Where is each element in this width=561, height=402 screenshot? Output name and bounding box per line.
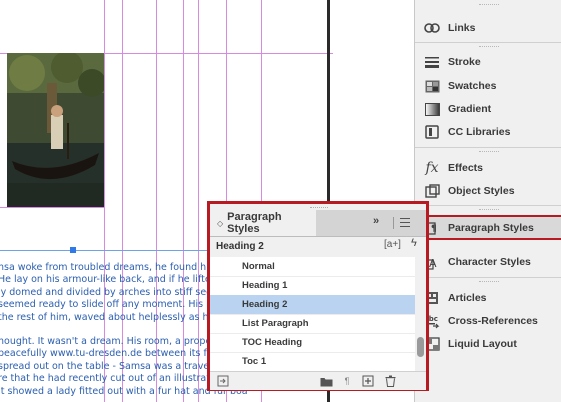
panel-item-gradient[interactable]: Gradient (415, 98, 561, 120)
current-style-name: Heading 2 (216, 240, 264, 252)
list-item[interactable]: Heading 1 (210, 276, 415, 296)
margin-guide (0, 207, 104, 208)
list-item[interactable]: Toc 1 (210, 352, 415, 371)
effects-icon: fx (425, 160, 439, 176)
folder-icon[interactable] (319, 374, 333, 388)
links-icon (424, 20, 440, 36)
style-name: Heading 2 (242, 299, 288, 310)
stroke-icon (424, 54, 440, 70)
panel-item-label: Object Styles (448, 185, 515, 197)
create-style-from-override-icon[interactable]: [a+] (384, 239, 401, 250)
divider (415, 147, 561, 148)
load-styles-icon[interactable] (216, 374, 230, 388)
panel-item-label: Swatches (448, 80, 497, 92)
frame-handle[interactable] (70, 247, 76, 253)
panel-item-cross-references[interactable]: abc Cross-References (415, 310, 561, 332)
panel-footer: ¶ (210, 371, 426, 390)
style-name: Toc 1 (242, 356, 267, 367)
trash-icon[interactable] (383, 374, 397, 388)
panel-grip[interactable] (479, 151, 499, 154)
panel-title: Paragraph Styles (227, 211, 282, 235)
panel-item-stroke[interactable]: Stroke (415, 51, 561, 73)
style-name: Normal (242, 261, 275, 272)
quick-apply-lightning-icon[interactable]: ϟ (411, 237, 417, 249)
panel-item-label: Effects (448, 162, 484, 174)
panel-grip[interactable] (479, 46, 499, 49)
scrollbar-thumb[interactable] (417, 337, 424, 357)
clear-overrides-icon[interactable]: ¶ (340, 374, 354, 388)
style-list[interactable]: Normal Heading 1 Heading 2 List Paragrap… (210, 257, 415, 371)
divider (393, 217, 394, 229)
cc-libraries-icon (424, 124, 440, 140)
collapse-icon[interactable]: ◇ (217, 219, 223, 228)
panel-item-label: Liquid Layout (448, 338, 517, 350)
divider (415, 42, 561, 43)
expand-panel-icon[interactable]: » (373, 215, 379, 227)
svg-text:¶: ¶ (431, 224, 437, 234)
object-styles-icon (424, 183, 440, 199)
panel-grip[interactable] (479, 209, 499, 212)
panel-item-effects[interactable]: fx Effects (415, 157, 561, 179)
panel-item-links[interactable]: Links (415, 17, 561, 39)
panel-item-swatches[interactable]: Swatches (415, 75, 561, 97)
swatches-icon (424, 78, 440, 94)
panel-item-cc-libraries[interactable]: CC Libraries (415, 121, 561, 143)
panel-item-label: Gradient (448, 103, 492, 115)
list-item[interactable]: TOC Heading (210, 333, 415, 353)
panel-grip[interactable] (479, 4, 499, 7)
style-name: TOC Heading (242, 337, 302, 348)
tab-paragraph-styles[interactable]: ◇ Paragraph Styles (210, 210, 316, 236)
divider (415, 277, 561, 278)
panel-item-articles[interactable]: Articles (415, 287, 561, 309)
scrollbar[interactable] (415, 257, 426, 371)
gradient-icon (424, 101, 440, 117)
panel-menu-icon[interactable] (400, 218, 410, 230)
panel-item-liquid-layout[interactable]: Liquid Layout (415, 333, 561, 355)
style-name: List Paragraph (242, 318, 309, 329)
panel-item-object-styles[interactable]: Object Styles (415, 180, 561, 202)
placed-image[interactable] (7, 53, 104, 207)
panel-grip[interactable] (479, 281, 499, 284)
list-item[interactable]: Normal (210, 257, 415, 277)
divider (415, 205, 561, 206)
panel-item-label: Paragraph Styles (448, 221, 534, 234)
panel-dock: Links Stroke Swatches Gradient CC Librar… (413, 0, 561, 402)
svg-text:A: A (429, 257, 437, 270)
panel-item-label: Cross-References (448, 315, 538, 327)
panel-item-character-styles[interactable]: A Character Styles (415, 251, 561, 273)
panel-item-label: Articles (448, 292, 487, 304)
list-item-selected[interactable]: Heading 2 (210, 295, 415, 315)
panel-item-paragraph-styles[interactable]: ¶ Paragraph Styles (413, 215, 561, 240)
paragraph-styles-panel[interactable]: ◇ Paragraph Styles » Heading 2 [a+] ϟ No… (207, 201, 429, 391)
panel-item-label: CC Libraries (448, 126, 511, 138)
panel-item-label: Character Styles (448, 256, 531, 268)
panel-tab-bar: ◇ Paragraph Styles » (210, 210, 426, 237)
new-style-icon[interactable] (361, 374, 375, 388)
panel-item-label: Links (448, 22, 476, 34)
panel-item-label: Stroke (448, 56, 481, 68)
painting-image (7, 53, 104, 207)
list-item[interactable]: List Paragraph (210, 314, 415, 334)
style-name: Heading 1 (242, 280, 288, 291)
